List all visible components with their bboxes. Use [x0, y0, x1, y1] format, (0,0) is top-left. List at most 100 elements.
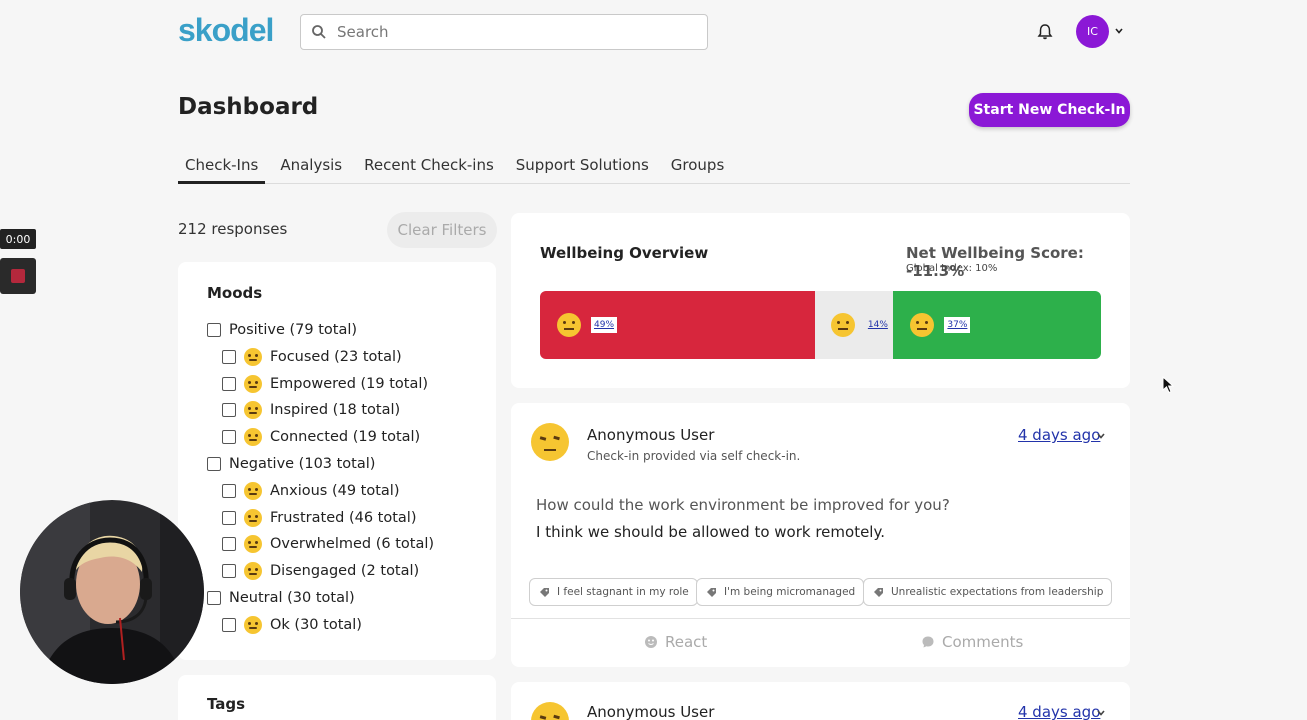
mood-item-row[interactable]: Disengaged (2 total) — [222, 561, 419, 581]
face-icon — [531, 702, 569, 720]
mood-label: Focused (23 total) — [270, 348, 402, 365]
tab-recent-check-ins[interactable]: Recent Check-ins — [357, 150, 501, 184]
mood-checkbox[interactable] — [222, 430, 236, 445]
mood-label: Anxious (49 total) — [270, 482, 400, 499]
search-input[interactable] — [337, 23, 677, 41]
mood-item-row[interactable]: Focused (23 total) — [222, 347, 402, 367]
tab-check-ins[interactable]: Check-Ins — [178, 150, 266, 184]
response-count: 212 responses — [178, 220, 288, 238]
neutral-percent[interactable]: 14% — [865, 317, 891, 333]
mood-checkbox[interactable] — [222, 617, 236, 632]
mood-label: Negative (103 total) — [229, 456, 376, 472]
mood-group-row[interactable]: Neutral (30 total) — [207, 588, 355, 608]
negative-percent[interactable]: 49% — [591, 317, 618, 333]
mood-item-row[interactable]: Connected (19 total) — [222, 427, 420, 447]
positive-segment[interactable]: 37% — [893, 291, 1101, 359]
recording-timer: 0:00 — [0, 229, 36, 249]
post-subtitle: Check-in provided via self check-in. — [587, 449, 801, 463]
mood-item-row[interactable]: Ok (30 total) — [222, 615, 362, 635]
mood-item-row[interactable]: Frustrated (46 total) — [222, 508, 416, 528]
comment-icon — [922, 636, 934, 648]
chevron-down-icon[interactable] — [1096, 431, 1106, 441]
frustrated-face-icon — [531, 423, 569, 461]
mood-item-row[interactable]: Inspired (18 total) — [222, 400, 400, 420]
mood-item-row[interactable]: Empowered (19 total) — [222, 374, 428, 394]
tag-chip[interactable]: I'm being micromanaged — [696, 578, 865, 606]
search-box[interactable] — [300, 14, 708, 50]
comments-label: Comments — [942, 633, 1024, 651]
mood-checkbox[interactable] — [222, 349, 236, 364]
comments-button[interactable]: Comments — [921, 633, 1023, 651]
mood-checkbox[interactable] — [207, 591, 221, 605]
wellbeing-title: Wellbeing Overview — [540, 244, 709, 262]
mood-label: Overwhelmed (6 total) — [270, 536, 435, 553]
stop-recording-button[interactable] — [0, 258, 36, 294]
post-author: Anonymous User — [587, 426, 715, 444]
negative-segment[interactable]: 49% — [540, 291, 815, 359]
react-button[interactable]: React — [644, 633, 707, 651]
mood-checkbox[interactable] — [222, 376, 236, 391]
wellbeing-bar: 49% 14% 37% — [540, 291, 1101, 359]
mood-group-row[interactable]: Positive (79 total) — [207, 320, 357, 340]
mood-item-row[interactable]: Anxious (49 total) — [222, 481, 399, 501]
moods-filter-card: Moods Positive (79 total) Focused (23 tot… — [178, 262, 496, 660]
mood-checkbox[interactable] — [207, 323, 221, 337]
mood-checkbox[interactable] — [207, 457, 221, 471]
neutral-segment[interactable]: 14% — [814, 291, 894, 359]
mood-emoji-icon — [244, 347, 262, 366]
mood-label: Connected (19 total) — [270, 429, 421, 446]
react-label: React — [665, 633, 708, 651]
mood-emoji-icon — [244, 535, 262, 554]
top-bar: skodel IC — [0, 0, 1307, 64]
sad-face-icon — [557, 313, 581, 337]
tab-analysis[interactable]: Analysis — [273, 150, 349, 184]
tags-filter-card: Tags — [178, 675, 496, 720]
post-divider — [511, 618, 1130, 619]
post-answer: I think we should be allowed to work rem… — [536, 523, 885, 541]
mood-checkbox[interactable] — [222, 403, 236, 418]
mood-checkbox[interactable] — [222, 510, 236, 525]
tag-label: Unrealistic expectations from leadership — [891, 586, 1104, 598]
post-author: Anonymous User — [587, 703, 715, 720]
mood-emoji-icon — [244, 481, 262, 500]
start-new-checkin-button[interactable]: Start New Check-In — [969, 93, 1130, 127]
neutral-face-icon — [830, 313, 855, 337]
tag-icon — [540, 587, 549, 597]
chevron-down-icon[interactable] — [1096, 708, 1106, 718]
mood-label: Neutral (30 total) — [229, 590, 355, 606]
mood-label: Frustrated (46 total) — [270, 509, 417, 526]
tab-support-solutions[interactable]: Support Solutions — [509, 150, 656, 184]
checkin-post: Anonymous User 4 days ago — [511, 682, 1130, 720]
mood-emoji-icon — [244, 428, 262, 447]
tags-title: Tags — [207, 695, 246, 713]
user-avatar[interactable]: IC — [1076, 15, 1109, 48]
webcam-overlay — [20, 500, 204, 684]
mood-checkbox[interactable] — [222, 483, 236, 498]
mood-label: Positive (79 total) — [229, 322, 358, 338]
post-timestamp[interactable]: 4 days ago — [1018, 703, 1100, 720]
page-title: Dashboard — [178, 94, 319, 120]
chevron-down-icon[interactable] — [1114, 26, 1124, 36]
mood-checkbox[interactable] — [222, 537, 236, 552]
tab-bar: Check-Ins Analysis Recent Check-ins Supp… — [178, 150, 1130, 184]
tag-chip[interactable]: Unrealistic expectations from leadership — [863, 578, 1113, 606]
mood-label: Empowered (19 total) — [270, 375, 429, 392]
tag-label: I feel stagnant in my role — [557, 586, 689, 598]
mood-label: Disengaged (2 total) — [270, 563, 420, 580]
post-timestamp[interactable]: 4 days ago — [1018, 426, 1100, 444]
tag-chip[interactable]: I feel stagnant in my role — [529, 578, 698, 606]
tab-groups[interactable]: Groups — [664, 150, 731, 184]
clear-filters-button[interactable]: Clear Filters — [387, 212, 497, 248]
mood-checkbox[interactable] — [222, 564, 236, 579]
tag-icon — [874, 587, 883, 597]
tag-icon — [707, 587, 716, 597]
stop-icon — [11, 269, 25, 283]
mood-item-row[interactable]: Overwhelmed (6 total) — [222, 534, 434, 554]
positive-percent[interactable]: 37% — [944, 317, 971, 333]
bell-icon[interactable] — [1036, 23, 1054, 41]
skodel-logo[interactable]: skodel — [178, 12, 274, 49]
mouse-cursor-icon — [1162, 376, 1174, 394]
mood-group-row[interactable]: Negative (103 total) — [207, 454, 375, 474]
net-wellbeing-score: Net Wellbeing Score: -11.3% — [906, 244, 1084, 280]
search-icon — [312, 25, 326, 39]
